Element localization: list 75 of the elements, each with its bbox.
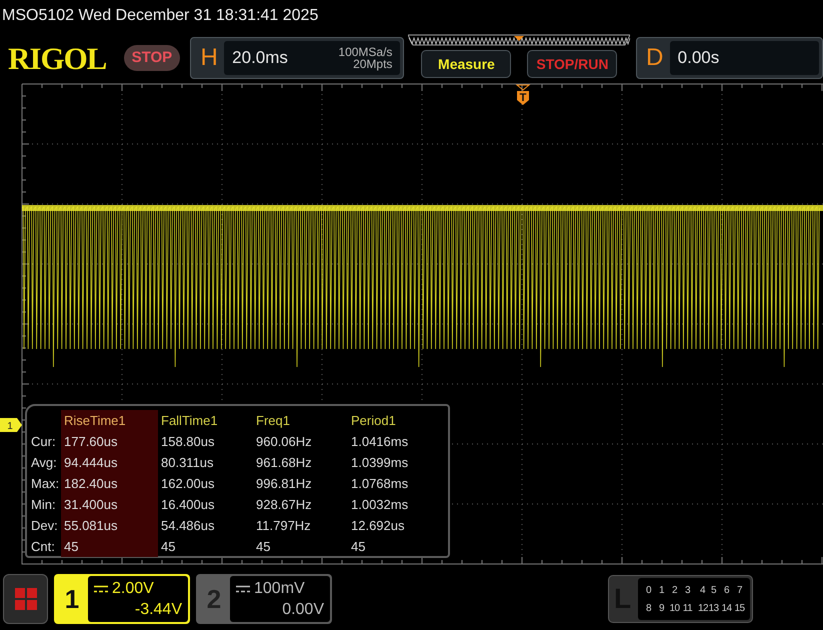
table-cell-text: 16.400us (160, 496, 216, 514)
channel-scale: 100mV (254, 579, 305, 599)
table-cell: 55.081us (61, 515, 158, 536)
timebase-label: H (200, 46, 219, 70)
channel-panel[interactable]: 1 2.00V -3.44V (54, 574, 190, 624)
dc-coupling-icon (236, 584, 250, 592)
table-cell-text: 158.80us (160, 433, 216, 451)
channel-level-marker: 1 (0, 418, 22, 432)
dc-coupling-icon (94, 584, 108, 592)
table-cell-text: 80.311us (160, 454, 215, 472)
row-label: Min: (30, 496, 57, 514)
channel-offset: 0.00V (282, 601, 324, 618)
table-cell-text: 162.00us (160, 475, 216, 493)
table-cell-text: 45 (350, 538, 366, 556)
status-text: MSO5102 Wed December 31 18:31:41 2025 (1, 6, 320, 26)
logic-channel-number: 11 (682, 602, 694, 616)
table-cell: 177.60us (61, 431, 158, 452)
row-label: Max: (30, 475, 60, 493)
table-cell: 182.40us (61, 473, 158, 494)
table-cell-text: 45 (255, 538, 272, 556)
column-header: Freq1 (255, 412, 291, 430)
channel-panel[interactable]: 2 100mV 0.00V (196, 574, 332, 624)
table-cell-text: 1.0032ms (350, 496, 410, 514)
grid-icon (14, 588, 36, 610)
logic-channel-number: 1 (658, 584, 666, 598)
menu-button[interactable] (3, 574, 48, 624)
row-label: Avg: (30, 454, 58, 472)
row-label: Cnt: (30, 538, 56, 556)
logic-channel-number: 9 (658, 602, 666, 616)
delay-label: D (644, 46, 664, 70)
logic-channel-number: 8 (644, 602, 652, 616)
timebase-panel[interactable]: H 20.0ms 100MSa/s 20Mpts (190, 37, 404, 79)
table-cell: 45 (61, 536, 158, 557)
channel-scale: 2.00V (112, 579, 154, 599)
timebase-scale: 20.0ms (232, 47, 288, 70)
delay-panel[interactable]: D 0.00s (636, 37, 823, 79)
sample-rate: 100MSa/s (338, 46, 392, 58)
delay-value: 0.00s (678, 47, 720, 70)
measure-button[interactable]: Measure (421, 50, 512, 78)
table-cell-text: 1.0399ms (350, 454, 410, 472)
column-header: Period1 (350, 412, 397, 430)
logic-channel-number: 3 (684, 584, 692, 598)
table-cell-text: 960.06Hz (255, 433, 313, 451)
table-cell: 94.444us (61, 452, 158, 473)
logic-channel-number: 5 (710, 584, 718, 598)
table-cell-text: 996.81Hz (255, 475, 313, 493)
channel-offset: -3.44V (134, 601, 182, 618)
column-header: FallTime1 (160, 412, 219, 430)
row-label: Cur: (30, 433, 57, 451)
logic-channel-number: 15 (733, 602, 746, 616)
channel-number: 1 (64, 582, 80, 616)
table-cell-text: 928.67Hz (255, 496, 313, 514)
channel-number: 2 (206, 582, 222, 616)
logic-channel-number: 2 (670, 584, 678, 598)
table-cell-text: 45 (160, 538, 176, 556)
row-label: Dev: (30, 517, 59, 535)
table-cell-text: 12.692us (350, 517, 406, 535)
table-cell-text: 961.68Hz (255, 454, 313, 472)
logic-channel-number: 7 (736, 584, 744, 598)
memory-depth: 20Mpts (352, 58, 392, 70)
logic-channel-number: 0 (644, 584, 652, 598)
table-cell-text: 1.0416ms (350, 433, 410, 451)
stop-run-button[interactable]: STOP/RUN (527, 50, 618, 78)
table-cell-text: 54.486us (160, 517, 216, 535)
logic-channel-number: 14 (720, 602, 733, 616)
table-cell-text: 11.797Hz (255, 517, 312, 535)
logic-channel-number: 12 (698, 602, 707, 616)
brand-logo: RIGOL (8, 42, 108, 74)
column-header: RiseTime1 (61, 410, 158, 431)
logic-channel-number: 4 (698, 584, 706, 598)
table-cell-text: 1.0768ms (350, 475, 410, 493)
logic-channel-number: 13 (708, 602, 720, 616)
table-cell: 31.400us (61, 494, 158, 515)
logic-channel-number: 10 (668, 602, 681, 616)
logic-channel-number: 6 (722, 584, 730, 598)
